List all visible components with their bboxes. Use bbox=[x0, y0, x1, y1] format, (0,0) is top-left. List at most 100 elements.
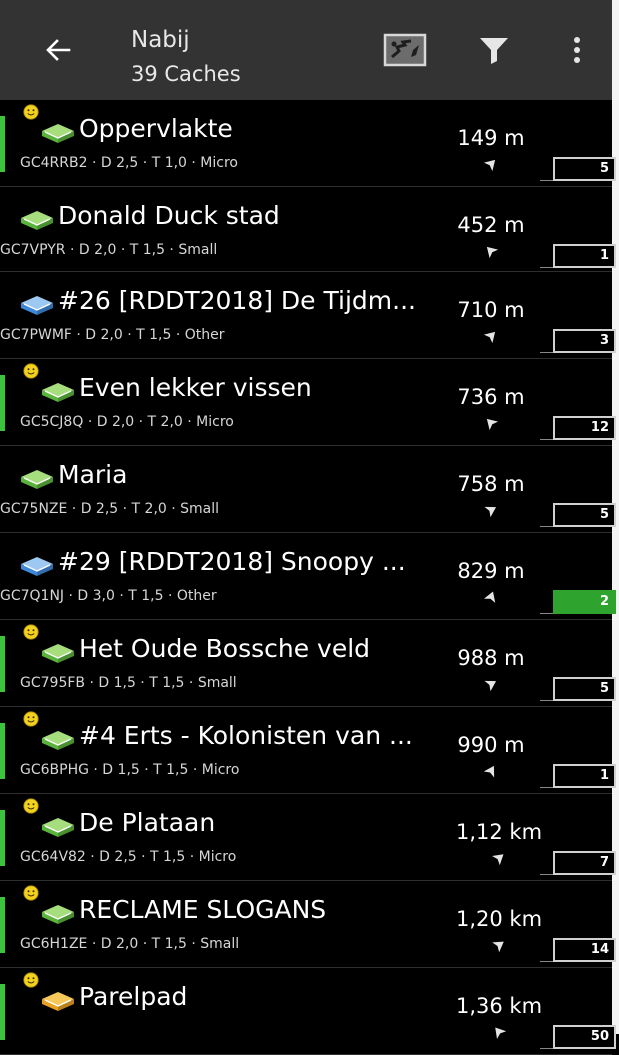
found-indicator-bar bbox=[0, 636, 5, 692]
more-options-button[interactable] bbox=[562, 30, 592, 70]
inventory-count-badge: 5 bbox=[553, 677, 616, 701]
bearing-arrow-icon bbox=[476, 415, 506, 431]
traditional-cache-icon bbox=[19, 209, 55, 231]
inventory-count-badge: 1 bbox=[553, 764, 616, 788]
cache-distance: 452 m bbox=[457, 213, 525, 237]
cache-details: GC75NZE · D 2,5 · T 2,0 · Small bbox=[0, 501, 220, 517]
cache-list-item[interactable]: Het Oude Bossche veld GC795FB · D 1,5 · T… bbox=[0, 620, 616, 707]
cache-details: GC6H1ZE · D 2,0 · T 1,5 · Small bbox=[20, 936, 240, 952]
page-subtitle: 39 Caches bbox=[131, 62, 241, 86]
filter-button[interactable] bbox=[472, 30, 516, 70]
count-connector-line bbox=[540, 613, 554, 614]
bearing-arrow-icon bbox=[476, 243, 506, 259]
back-button[interactable] bbox=[36, 30, 80, 70]
count-connector-line bbox=[540, 700, 554, 701]
cache-name: #29 [RDDT2018] Snoopy ... bbox=[58, 547, 406, 576]
cache-name: Oppervlakte bbox=[79, 114, 233, 143]
other-cache-icon bbox=[19, 555, 55, 577]
cache-distance: 829 m bbox=[457, 559, 525, 583]
map-button[interactable] bbox=[382, 30, 428, 70]
count-connector-line bbox=[540, 787, 554, 788]
cache-list-item[interactable]: #29 [RDDT2018] Snoopy ... GC7Q1NJ · D 3,0… bbox=[0, 533, 616, 620]
cache-name: Even lekker vissen bbox=[79, 373, 312, 402]
cache-details: GC7PWMF · D 2,0 · T 1,5 · Other bbox=[0, 327, 225, 343]
cache-details: GC795FB · D 1,5 · T 1,5 · Small bbox=[20, 675, 237, 691]
bearing-arrow-icon bbox=[476, 589, 506, 603]
cache-list-item[interactable]: Oppervlakte GC4RRB2 · D 2,5 · T 1,0 · Mic… bbox=[0, 100, 616, 187]
bearing-arrow-icon bbox=[476, 156, 506, 172]
cache-list-item[interactable]: Parelpad 1,36 km 50 bbox=[0, 968, 616, 1055]
inventory-count-badge: 50 bbox=[553, 1025, 616, 1049]
multi-cache-icon bbox=[40, 990, 76, 1012]
count-connector-line bbox=[540, 180, 554, 181]
inventory-count-badge: 5 bbox=[553, 157, 616, 181]
count-connector-line bbox=[540, 352, 554, 353]
traditional-cache-icon bbox=[40, 122, 76, 144]
arrow-left-icon bbox=[46, 39, 71, 61]
cache-distance: 149 m bbox=[457, 126, 525, 150]
traditional-cache-icon bbox=[19, 468, 55, 490]
inventory-count-badge: 12 bbox=[553, 416, 616, 440]
map-icon bbox=[383, 33, 427, 67]
traditional-cache-icon bbox=[40, 381, 76, 403]
cache-distance: 736 m bbox=[457, 385, 525, 409]
cache-distance: 988 m bbox=[457, 646, 525, 670]
cache-list-item[interactable]: Maria GC75NZE · D 2,5 · T 2,0 · Small 758 … bbox=[0, 446, 616, 533]
other-cache-icon bbox=[19, 294, 55, 316]
found-indicator-bar bbox=[0, 897, 5, 953]
cache-list-item[interactable]: Donald Duck stad GC7VPYR · D 2,0 · T 1,5 … bbox=[0, 187, 616, 272]
cache-list-item[interactable]: RECLAME SLOGANS GC6H1ZE · D 2,0 · T 1,5 ·… bbox=[0, 881, 616, 968]
bearing-arrow-icon bbox=[484, 1024, 514, 1039]
bearing-arrow-icon bbox=[476, 502, 506, 518]
inventory-count-badge: 3 bbox=[553, 329, 616, 353]
cache-distance: 710 m bbox=[457, 298, 525, 322]
cache-list: Oppervlakte GC4RRB2 · D 2,5 · T 1,0 · Mic… bbox=[0, 100, 616, 1055]
cache-name: Donald Duck stad bbox=[58, 201, 280, 230]
traditional-cache-icon bbox=[40, 729, 76, 751]
traditional-cache-icon bbox=[40, 903, 76, 925]
cache-details: GC7VPYR · D 2,0 · T 1,5 · Small bbox=[0, 242, 218, 258]
cache-distance: 758 m bbox=[457, 472, 525, 496]
count-connector-line bbox=[540, 267, 554, 268]
cache-list-item[interactable]: De Plataan GC64V82 · D 2,5 · T 1,5 · Micr… bbox=[0, 794, 616, 881]
found-indicator-bar bbox=[0, 375, 5, 431]
cache-distance: 1,12 km bbox=[455, 820, 543, 844]
cache-name: Maria bbox=[58, 460, 128, 489]
count-connector-line bbox=[540, 526, 554, 527]
inventory-count-badge: 1 bbox=[553, 244, 616, 268]
found-smiley-icon bbox=[23, 363, 39, 379]
found-smiley-icon bbox=[23, 711, 39, 727]
bearing-arrow-icon bbox=[476, 328, 506, 344]
count-connector-line bbox=[540, 961, 554, 962]
more-vert-icon bbox=[574, 37, 580, 63]
found-smiley-icon bbox=[23, 104, 39, 120]
found-indicator-bar bbox=[0, 723, 5, 779]
cache-details: GC5CJ8Q · D 2,0 · T 2,0 · Micro bbox=[20, 414, 234, 430]
count-connector-line bbox=[540, 874, 554, 875]
cache-name: #4 Erts - Kolonisten van ... bbox=[79, 721, 413, 750]
cache-details: GC6BPHG · D 1,5 · T 1,5 · Micro bbox=[20, 762, 240, 778]
found-smiley-icon bbox=[23, 972, 39, 988]
cache-name: Parelpad bbox=[79, 982, 188, 1011]
found-indicator-bar bbox=[0, 116, 5, 172]
bearing-arrow-icon bbox=[476, 676, 506, 692]
traditional-cache-icon bbox=[40, 816, 76, 838]
count-connector-line bbox=[540, 439, 554, 440]
inventory-count-badge: 5 bbox=[553, 503, 616, 527]
bearing-arrow-icon bbox=[476, 763, 506, 778]
cache-name: Het Oude Bossche veld bbox=[79, 634, 371, 663]
bearing-arrow-icon bbox=[484, 850, 514, 866]
found-indicator-bar bbox=[0, 984, 5, 1040]
cache-list-item[interactable]: #26 [RDDT2018] De Tijdm... GC7PWMF · D 2,… bbox=[0, 272, 616, 359]
cache-details: GC64V82 · D 2,5 · T 1,5 · Micro bbox=[20, 849, 237, 865]
inventory-count-badge: 7 bbox=[553, 851, 616, 875]
traditional-cache-icon bbox=[40, 642, 76, 664]
inventory-count-badge: 2 bbox=[553, 590, 616, 614]
cache-distance: 990 m bbox=[457, 733, 525, 757]
count-connector-line bbox=[540, 1048, 554, 1049]
cache-list-item[interactable]: #4 Erts - Kolonisten van ... GC6BPHG · D … bbox=[0, 707, 616, 794]
cache-name: De Plataan bbox=[79, 808, 216, 837]
found-smiley-icon bbox=[23, 885, 39, 901]
cache-distance: 1,36 km bbox=[455, 994, 543, 1018]
cache-list-item[interactable]: Even lekker vissen GC5CJ8Q · D 2,0 · T 2,… bbox=[0, 359, 616, 446]
